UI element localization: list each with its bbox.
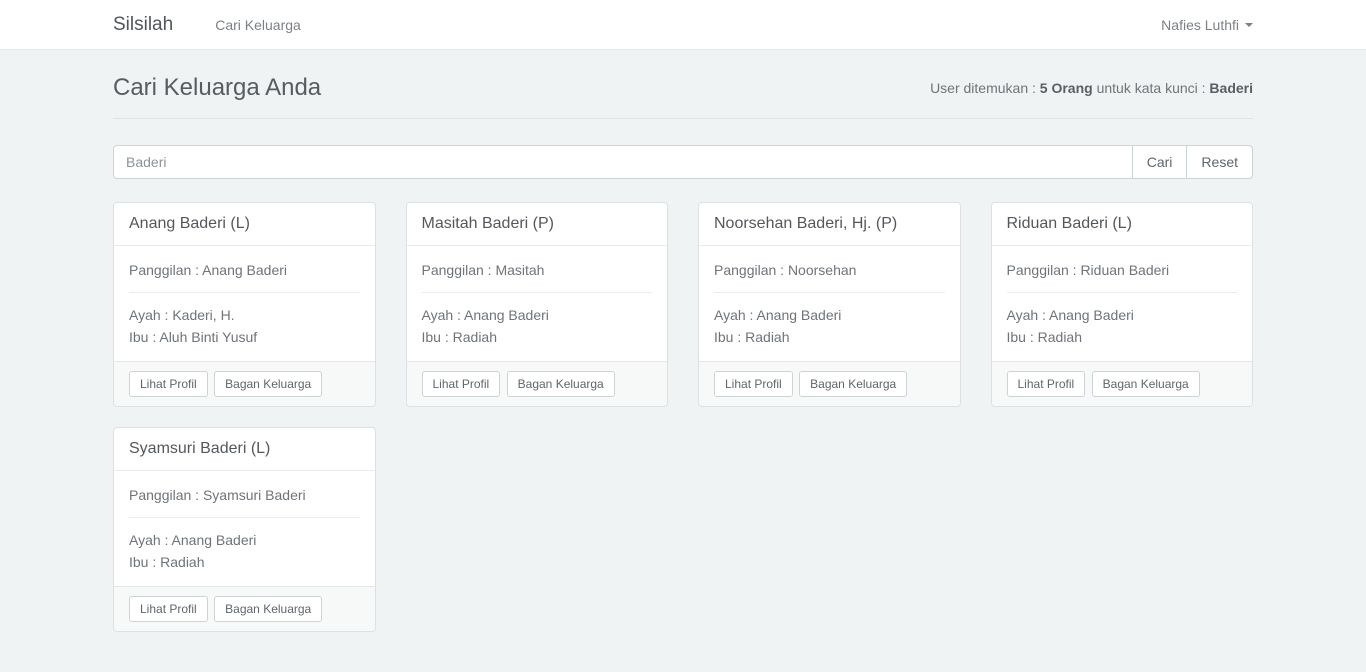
divider bbox=[714, 292, 945, 293]
bagan-keluarga-button[interactable]: Bagan Keluarga bbox=[507, 371, 615, 397]
ayah-line: Ayah : Anang Baderi bbox=[714, 304, 945, 326]
person-name: Riduan Baderi (L) bbox=[1007, 215, 1132, 232]
ayah-line: Ayah : Anang Baderi bbox=[129, 529, 360, 551]
card-footer: Lihat Profil Bagan Keluarga bbox=[699, 361, 960, 406]
card-body: Panggilan : Syamsuri Baderi Ayah : Anang… bbox=[114, 471, 375, 586]
search-bar: Cari Reset bbox=[113, 145, 1253, 179]
divider bbox=[129, 517, 360, 518]
divider bbox=[129, 292, 360, 293]
results-grid: Anang Baderi (L) Panggilan : Anang Bader… bbox=[113, 202, 1253, 672]
search-input[interactable] bbox=[113, 145, 1133, 179]
lihat-profil-button[interactable]: Lihat Profil bbox=[1007, 371, 1086, 397]
navbar: Silsilah Cari Keluarga Nafies Luthfi bbox=[0, 0, 1366, 50]
person-card: Noorsehan Baderi, Hj. (P) Panggilan : No… bbox=[698, 202, 961, 407]
card-header: Anang Baderi (L) bbox=[114, 203, 375, 246]
ayah-line: Ayah : Anang Baderi bbox=[422, 304, 653, 326]
ayah-line: Ayah : Anang Baderi bbox=[1007, 304, 1238, 326]
panggilan-line: Panggilan : Noorsehan bbox=[714, 259, 945, 281]
card-body: Panggilan : Masitah Ayah : Anang Baderi … bbox=[407, 246, 668, 361]
page-header: Cari Keluarga Anda User ditemukan : 5 Or… bbox=[113, 74, 1253, 119]
ibu-line: Ibu : Aluh Binti Yusuf bbox=[129, 326, 360, 348]
card-body: Panggilan : Riduan Baderi Ayah : Anang B… bbox=[992, 246, 1253, 361]
person-name: Anang Baderi (L) bbox=[129, 215, 250, 232]
main-content: Cari Keluarga Anda User ditemukan : 5 Or… bbox=[0, 74, 1366, 672]
result-summary: User ditemukan : 5 Orang untuk kata kunc… bbox=[930, 80, 1253, 96]
ibu-line: Ibu : Radiah bbox=[714, 326, 945, 348]
ibu-line: Ibu : Radiah bbox=[422, 326, 653, 348]
bagan-keluarga-button[interactable]: Bagan Keluarga bbox=[799, 371, 907, 397]
bagan-keluarga-button[interactable]: Bagan Keluarga bbox=[214, 371, 322, 397]
card-header: Syamsuri Baderi (L) bbox=[114, 428, 375, 471]
ayah-line: Ayah : Kaderi, H. bbox=[129, 304, 360, 326]
card-header: Noorsehan Baderi, Hj. (P) bbox=[699, 203, 960, 246]
ibu-line: Ibu : Radiah bbox=[1007, 326, 1238, 348]
page-title: Cari Keluarga Anda bbox=[113, 74, 321, 102]
ibu-line: Ibu : Radiah bbox=[129, 551, 360, 573]
bagan-keluarga-button[interactable]: Bagan Keluarga bbox=[1092, 371, 1200, 397]
summary-keyword: Baderi bbox=[1209, 80, 1253, 96]
panggilan-line: Panggilan : Riduan Baderi bbox=[1007, 259, 1238, 281]
chevron-down-icon bbox=[1245, 23, 1253, 27]
card-body: Panggilan : Anang Baderi Ayah : Kaderi, … bbox=[114, 246, 375, 361]
lihat-profil-button[interactable]: Lihat Profil bbox=[714, 371, 793, 397]
lihat-profil-button[interactable]: Lihat Profil bbox=[129, 371, 208, 397]
person-name: Syamsuri Baderi (L) bbox=[129, 440, 270, 457]
card-footer: Lihat Profil Bagan Keluarga bbox=[992, 361, 1253, 406]
person-card: Syamsuri Baderi (L) Panggilan : Syamsuri… bbox=[113, 427, 376, 632]
summary-middle: untuk kata kunci : bbox=[1093, 80, 1210, 96]
divider bbox=[422, 292, 653, 293]
card-footer: Lihat Profil Bagan Keluarga bbox=[114, 361, 375, 406]
person-card: Riduan Baderi (L) Panggilan : Riduan Bad… bbox=[991, 202, 1254, 407]
card-body: Panggilan : Noorsehan Ayah : Anang Bader… bbox=[699, 246, 960, 361]
bagan-keluarga-button[interactable]: Bagan Keluarga bbox=[214, 596, 322, 622]
user-menu-label: Nafies Luthfi bbox=[1161, 17, 1239, 33]
card-header: Masitah Baderi (P) bbox=[407, 203, 668, 246]
brand[interactable]: Silsilah bbox=[113, 14, 173, 36]
nav-item-cari-keluarga[interactable]: Cari Keluarga bbox=[203, 2, 313, 48]
cari-button[interactable]: Cari bbox=[1132, 145, 1188, 179]
person-card: Anang Baderi (L) Panggilan : Anang Bader… bbox=[113, 202, 376, 407]
card-header: Riduan Baderi (L) bbox=[992, 203, 1253, 246]
lihat-profil-button[interactable]: Lihat Profil bbox=[422, 371, 501, 397]
panggilan-line: Panggilan : Masitah bbox=[422, 259, 653, 281]
person-name: Noorsehan Baderi, Hj. (P) bbox=[714, 215, 897, 232]
summary-count: 5 Orang bbox=[1040, 80, 1093, 96]
user-menu[interactable]: Nafies Luthfi bbox=[1149, 2, 1253, 48]
divider bbox=[1007, 292, 1238, 293]
panggilan-line: Panggilan : Syamsuri Baderi bbox=[129, 484, 360, 506]
reset-button[interactable]: Reset bbox=[1186, 145, 1253, 179]
lihat-profil-button[interactable]: Lihat Profil bbox=[129, 596, 208, 622]
person-card: Masitah Baderi (P) Panggilan : Masitah A… bbox=[406, 202, 669, 407]
person-name: Masitah Baderi (P) bbox=[422, 215, 555, 232]
card-footer: Lihat Profil Bagan Keluarga bbox=[407, 361, 668, 406]
card-footer: Lihat Profil Bagan Keluarga bbox=[114, 586, 375, 631]
summary-prefix: User ditemukan : bbox=[930, 80, 1040, 96]
panggilan-line: Panggilan : Anang Baderi bbox=[129, 259, 360, 281]
